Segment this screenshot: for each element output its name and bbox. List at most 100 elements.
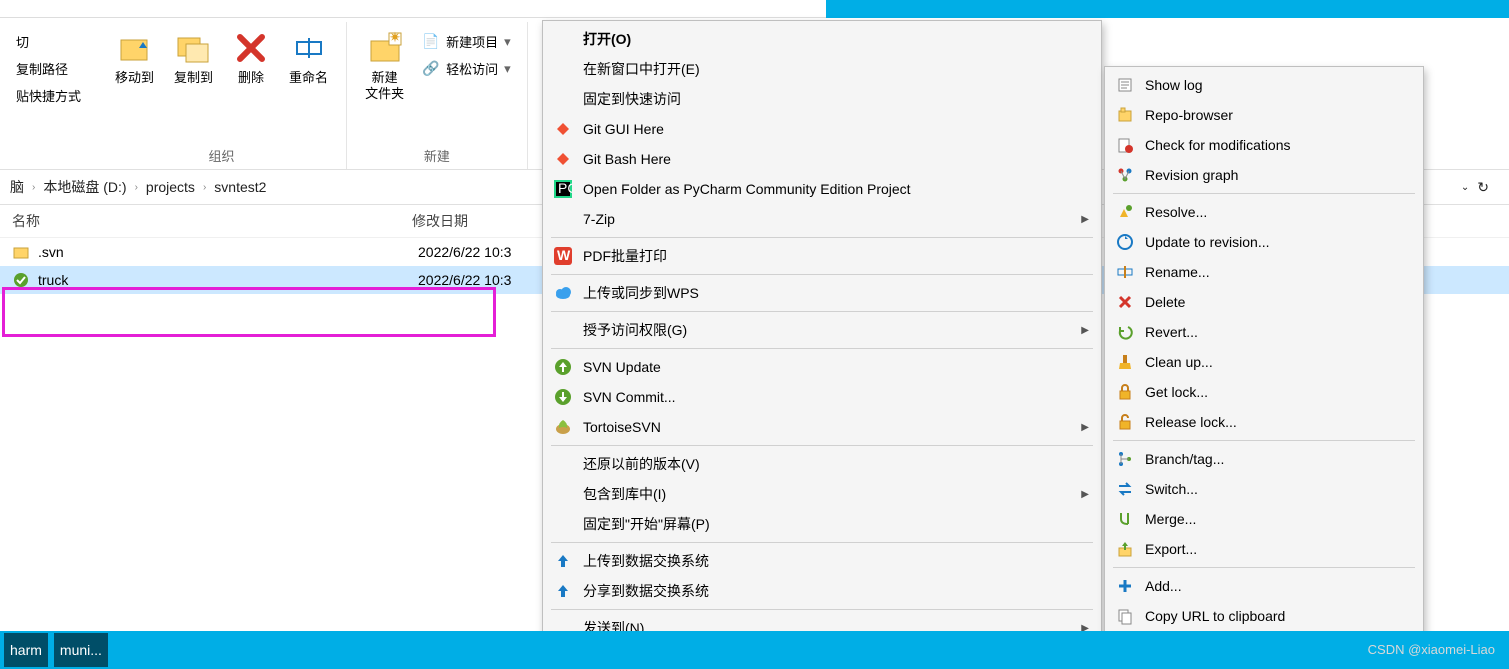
svg-text:PC: PC xyxy=(558,180,572,196)
copy-to-button[interactable]: 复制到 xyxy=(168,26,219,90)
menu-item-label: Add... xyxy=(1145,578,1182,594)
ribbon-group-new-label: 新建 xyxy=(424,138,450,169)
tortoisesvn-submenu: Show log Repo-browser Check for modificati… xyxy=(1104,66,1424,665)
menu-item-label: Clean up... xyxy=(1145,354,1213,370)
menu-item[interactable]: 还原以前的版本(V) xyxy=(545,449,1099,479)
menu-item-label: Rename... xyxy=(1145,264,1210,280)
menu-item-label: Update to revision... xyxy=(1145,234,1270,250)
column-name[interactable]: 名称 xyxy=(12,211,412,231)
revert-icon xyxy=(1113,320,1137,344)
menu-item[interactable]: Delete xyxy=(1107,287,1421,317)
menu-item-label: Repo-browser xyxy=(1145,107,1233,123)
new-folder-icon: ✷ xyxy=(367,30,403,66)
graph-icon xyxy=(1113,163,1137,187)
menu-item[interactable]: Add... xyxy=(1107,571,1421,601)
menu-item[interactable]: Clean up... xyxy=(1107,347,1421,377)
menu-item-label: Get lock... xyxy=(1145,384,1208,400)
easy-access-button[interactable]: 🔗 轻松访问▾ xyxy=(418,57,515,80)
rename-button[interactable]: 重命名 xyxy=(283,26,334,90)
menu-item-label: SVN Update xyxy=(583,359,661,375)
move-to-button[interactable]: 移动到 xyxy=(109,26,160,90)
menu-item[interactable]: SVN Update xyxy=(545,352,1099,382)
column-date[interactable]: 修改日期 xyxy=(412,211,552,231)
unlock-icon xyxy=(1113,410,1137,434)
menu-item[interactable]: 打开(O) xyxy=(545,24,1099,54)
menu-item[interactable]: Check for modifications xyxy=(1107,130,1421,160)
menu-item[interactable]: TortoiseSVN▶ xyxy=(545,412,1099,442)
dropdown-icon[interactable]: ⌄ xyxy=(1459,182,1471,193)
menu-item[interactable]: Rename... xyxy=(1107,257,1421,287)
menu-item-label: 上传或同步到WPS xyxy=(583,283,699,303)
merge-icon xyxy=(1113,507,1137,531)
menu-item[interactable]: Resolve... xyxy=(1107,197,1421,227)
svn-ok-icon xyxy=(12,271,30,289)
menu-item[interactable]: WPDF批量打印 xyxy=(545,241,1099,271)
breadcrumb-seg[interactable]: svntest2 xyxy=(212,179,268,195)
menu-item[interactable]: Git Bash Here xyxy=(545,144,1099,174)
export-icon xyxy=(1113,537,1137,561)
menu-item[interactable]: 7-Zip▶ xyxy=(545,204,1099,234)
breadcrumb-seg[interactable]: 脑 xyxy=(8,177,26,197)
menu-item[interactable]: 授予访问权限(G)▶ xyxy=(545,315,1099,345)
menu-item-label: Revert... xyxy=(1145,324,1198,340)
menu-item[interactable]: Export... xyxy=(1107,534,1421,564)
refresh-icon[interactable]: ↻ xyxy=(1475,179,1491,196)
menu-item-label: TortoiseSVN xyxy=(583,419,661,435)
menu-item[interactable]: Branch/tag... xyxy=(1107,444,1421,474)
wps-icon: W xyxy=(551,244,575,268)
menu-item[interactable]: 包含到库中(I)▶ xyxy=(545,479,1099,509)
menu-item[interactable]: Release lock... xyxy=(1107,407,1421,437)
blank-icon xyxy=(551,512,575,536)
menu-item-label: 授予访问权限(G) xyxy=(583,320,687,340)
menu-item[interactable]: Git GUI Here xyxy=(545,114,1099,144)
cut-button[interactable]: 切 xyxy=(12,30,85,53)
branch-icon xyxy=(1113,447,1137,471)
new-folder-button[interactable]: ✷ 新建 文件夹 xyxy=(359,26,410,105)
pycharm-icon: PC xyxy=(551,177,575,201)
menu-item-label: 分享到数据交换系统 xyxy=(583,581,709,601)
menu-item[interactable]: Update to revision... xyxy=(1107,227,1421,257)
breadcrumb-seg[interactable]: projects xyxy=(144,179,197,195)
taskbar-button[interactable]: muni... xyxy=(54,633,108,667)
menu-separator xyxy=(551,311,1093,312)
menu-item[interactable]: Repo-browser xyxy=(1107,100,1421,130)
menu-item[interactable]: Get lock... xyxy=(1107,377,1421,407)
menu-item-label: Git Bash Here xyxy=(583,151,671,167)
taskbar-button[interactable]: harm xyxy=(4,633,48,667)
menu-item[interactable]: 上传或同步到WPS xyxy=(545,278,1099,308)
delete-button[interactable]: 删除 xyxy=(227,26,275,90)
menu-item[interactable]: 在新窗口中打开(E) xyxy=(545,54,1099,84)
menu-item[interactable]: Merge... xyxy=(1107,504,1421,534)
rename-icon xyxy=(1113,260,1137,284)
menu-item[interactable]: Switch... xyxy=(1107,474,1421,504)
menu-item[interactable]: Show log xyxy=(1107,70,1421,100)
menu-item[interactable]: Copy URL to clipboard xyxy=(1107,601,1421,631)
menu-item[interactable]: 上传到数据交换系统 xyxy=(545,546,1099,576)
svn-ci-icon xyxy=(551,385,575,409)
breadcrumb-seg[interactable]: 本地磁盘 (D:) xyxy=(41,177,128,197)
menu-item[interactable]: Revert... xyxy=(1107,317,1421,347)
menu-item-label: Branch/tag... xyxy=(1145,451,1224,467)
menu-item[interactable]: SVN Commit... xyxy=(545,382,1099,412)
file-date: 2022/6/22 10:3 xyxy=(418,272,558,288)
resolve-icon xyxy=(1113,200,1137,224)
menu-item-label: Delete xyxy=(1145,294,1185,310)
copy-path-button[interactable]: 复制路径 xyxy=(12,57,85,80)
copy-icon xyxy=(1113,604,1137,628)
taskbar: harm muni... xyxy=(0,631,1509,669)
menu-item[interactable]: 分享到数据交换系统 xyxy=(545,576,1099,606)
menu-item[interactable]: Revision graph xyxy=(1107,160,1421,190)
title-bar-strip xyxy=(0,0,1509,18)
menu-item[interactable]: PCOpen Folder as PyCharm Community Editi… xyxy=(545,174,1099,204)
paste-shortcut-button[interactable]: 贴快捷方式 xyxy=(12,84,85,107)
up-icon xyxy=(551,549,575,573)
svn-up-icon xyxy=(551,355,575,379)
menu-item[interactable]: 固定到快速访问 xyxy=(545,84,1099,114)
new-item-button[interactable]: 📄 新建项目▾ xyxy=(418,30,515,53)
menu-item-label: Git GUI Here xyxy=(583,121,664,137)
menu-separator xyxy=(551,609,1093,610)
menu-item-label: 包含到库中(I) xyxy=(583,484,666,504)
file-date: 2022/6/22 10:3 xyxy=(418,244,558,260)
menu-item-label: SVN Commit... xyxy=(583,389,676,405)
menu-item[interactable]: 固定到"开始"屏幕(P) xyxy=(545,509,1099,539)
